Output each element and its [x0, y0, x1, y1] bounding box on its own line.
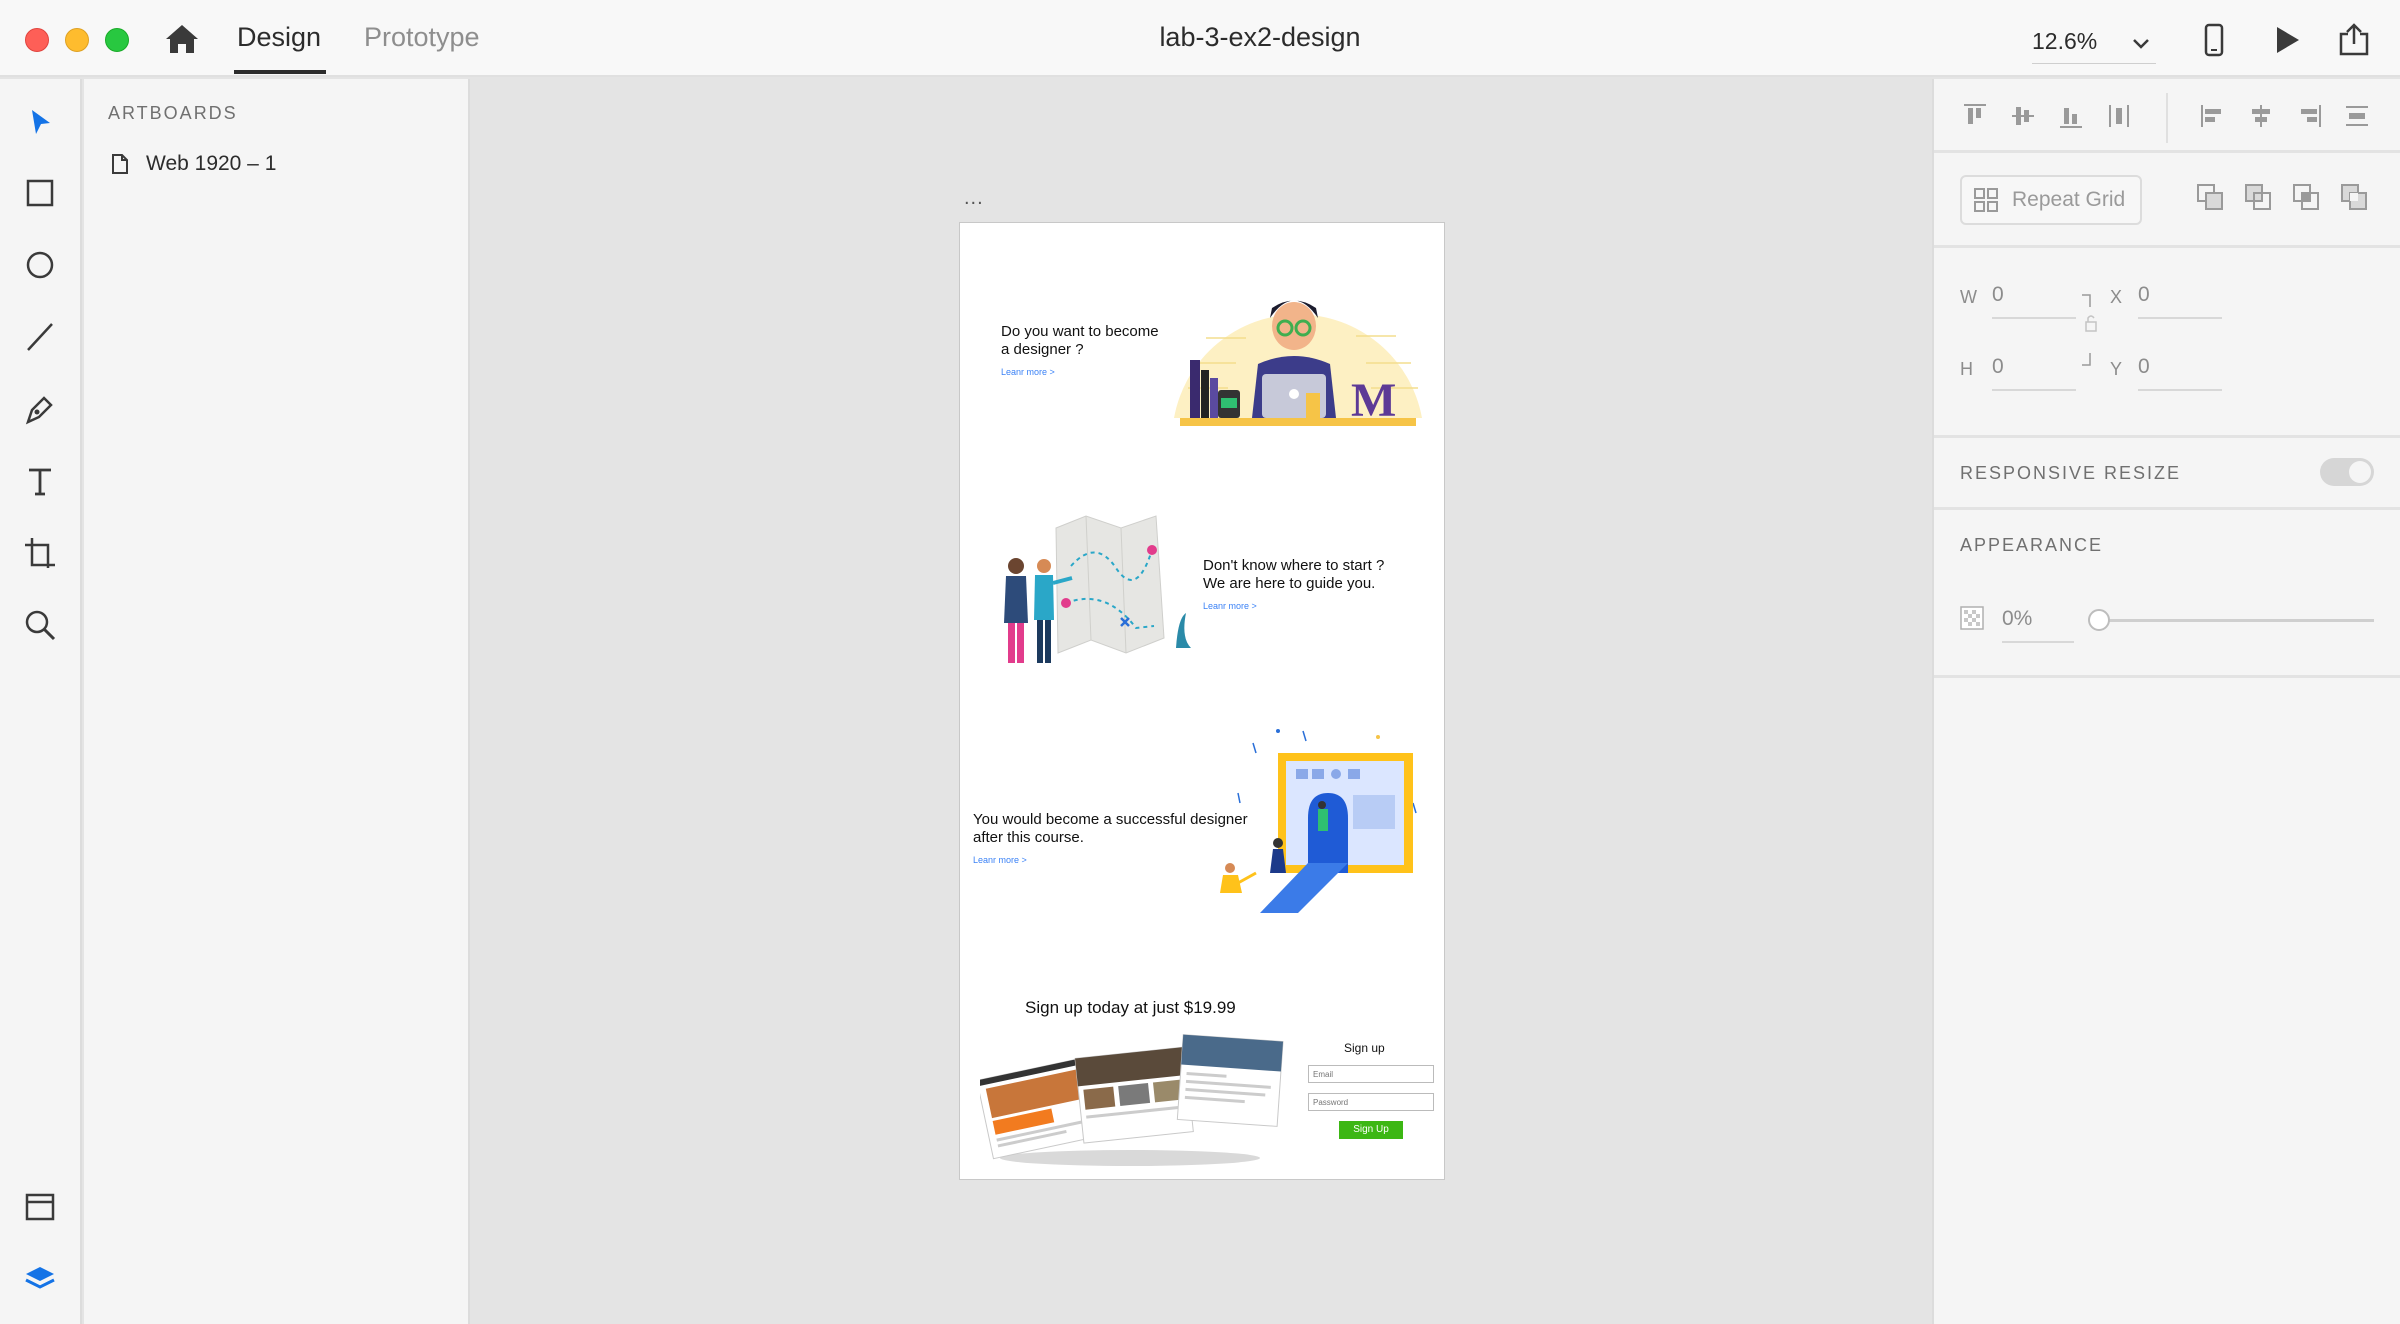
boolean-subtract-icon[interactable]: [2242, 181, 2274, 213]
section-divider: [1934, 435, 2400, 438]
lock-aspect-icon[interactable]: [2080, 293, 2100, 369]
share-icon[interactable]: [2336, 22, 2372, 58]
align-right-icon[interactable]: [2294, 101, 2324, 131]
line-tool-icon[interactable]: [22, 319, 58, 355]
section-3-link[interactable]: Leanr more >: [973, 855, 1027, 865]
x-label: X: [2110, 287, 2123, 307]
y-input[interactable]: 0: [2138, 355, 2222, 391]
select-tool-icon[interactable]: [22, 105, 58, 141]
opacity-slider-handle[interactable]: [2088, 609, 2110, 631]
layers-panel-icon[interactable]: [22, 1261, 58, 1297]
artboard-file-icon: [112, 154, 128, 174]
boolean-exclude-icon[interactable]: [2338, 181, 2370, 213]
align-left-icon[interactable]: [2198, 101, 2228, 131]
signup-password-input[interactable]: [1308, 1093, 1434, 1111]
zoom-tool-icon[interactable]: [22, 607, 58, 643]
repeat-grid-label: Repeat Grid: [2012, 188, 2126, 211]
signup-headline: Sign up today at just $19.99: [1025, 998, 1236, 1017]
artboards-heading: ARTBOARDS: [108, 103, 238, 123]
align-middle-icon[interactable]: [2008, 101, 2038, 131]
properties-panel: Repeat Grid W 0 X 0 H 0 Y 0 RESPONSIVE R…: [1932, 79, 2400, 1324]
section-divider: [1934, 507, 2400, 510]
tab-design[interactable]: Design: [233, 22, 327, 74]
width-input[interactable]: 0: [1992, 283, 2076, 319]
artboard-web-1920[interactable]: Do you want to become a designer ? Leanr…: [959, 222, 1445, 1180]
align-top-icon[interactable]: [1960, 101, 1990, 131]
repeat-grid-icon: [1974, 188, 1998, 212]
design-canvas[interactable]: ... Do you want to become a designer ? L…: [472, 79, 1932, 1324]
title-bar: Design Prototype lab-3-ex2-design 12.6%: [0, 0, 2400, 77]
success-portal-illustration: [1220, 729, 1417, 913]
section-divider: [1934, 675, 2400, 678]
align-center-icon[interactable]: [2246, 101, 2276, 131]
close-window-button[interactable]: [25, 28, 49, 52]
align-divider: [2166, 93, 2168, 143]
repeat-grid-button[interactable]: Repeat Grid: [1960, 175, 2142, 225]
opacity-input[interactable]: 0%: [2002, 607, 2074, 643]
layers-panel: ARTBOARDS Web 1920 – 1: [84, 79, 470, 1324]
x-input[interactable]: 0: [2138, 283, 2222, 319]
section-1-heading: Do you want to become a designer ?: [1001, 323, 1159, 358]
section-3-heading: You would become a successful designer a…: [973, 811, 1248, 846]
map-guide-illustration: [1004, 515, 1191, 663]
assets-panel-icon[interactable]: [22, 1189, 58, 1225]
signup-email-input[interactable]: [1308, 1065, 1434, 1083]
responsive-resize-label: RESPONSIVE RESIZE: [1960, 463, 2182, 483]
signup-button[interactable]: Sign Up: [1339, 1121, 1403, 1139]
appearance-label: APPEARANCE: [1960, 535, 2104, 555]
play-preview-icon[interactable]: [2268, 22, 2304, 58]
home-icon[interactable]: [164, 22, 200, 56]
section-2-heading: Don't know where to start ? We are here …: [1203, 557, 1385, 592]
opacity-slider-track[interactable]: [2094, 619, 2374, 622]
boolean-intersect-icon[interactable]: [2290, 181, 2322, 213]
height-label: H: [1960, 359, 1973, 379]
illustration-letter: M: [1351, 374, 1396, 427]
responsive-resize-toggle[interactable]: [2320, 458, 2374, 486]
section-2-link[interactable]: Leanr more >: [1203, 601, 1257, 611]
maximize-window-button[interactable]: [105, 28, 129, 52]
minimize-window-button[interactable]: [65, 28, 89, 52]
artboard-menu[interactable]: ...: [964, 187, 984, 210]
boolean-add-icon[interactable]: [2194, 181, 2226, 213]
document-title: lab-3-ex2-design: [1159, 22, 1361, 52]
y-label: Y: [2110, 359, 2123, 379]
distribute-horizontal-icon[interactable]: [2104, 101, 2134, 131]
section-divider: [1934, 150, 2400, 153]
section-1-link[interactable]: Leanr more >: [1001, 367, 1055, 377]
device-preview-icon[interactable]: [2196, 22, 2232, 58]
height-input[interactable]: 0: [1992, 355, 2076, 391]
layer-item-artboard[interactable]: Web 1920 – 1: [110, 149, 276, 179]
ellipse-tool-icon[interactable]: [22, 247, 58, 283]
distribute-vertical-icon[interactable]: [2342, 101, 2372, 131]
section-divider: [1934, 245, 2400, 248]
opacity-checker-icon: [1960, 606, 1984, 630]
tab-prototype[interactable]: Prototype: [364, 22, 480, 53]
artboard-tool-icon[interactable]: [22, 535, 58, 571]
width-label: W: [1960, 287, 1977, 307]
text-tool-icon[interactable]: [22, 463, 58, 499]
layer-item-label: Web 1920 – 1: [146, 152, 277, 175]
tools-toolbar: [0, 79, 82, 1324]
pen-tool-icon[interactable]: [22, 391, 58, 427]
website-screenshots-collage: [980, 1034, 1284, 1166]
rectangle-tool-icon[interactable]: [22, 175, 58, 211]
chevron-down-icon[interactable]: [2130, 32, 2152, 54]
signup-form-title: Sign up: [1344, 1041, 1385, 1055]
align-bottom-icon[interactable]: [2056, 101, 2086, 131]
designer-desk-illustration: M: [1174, 300, 1422, 427]
